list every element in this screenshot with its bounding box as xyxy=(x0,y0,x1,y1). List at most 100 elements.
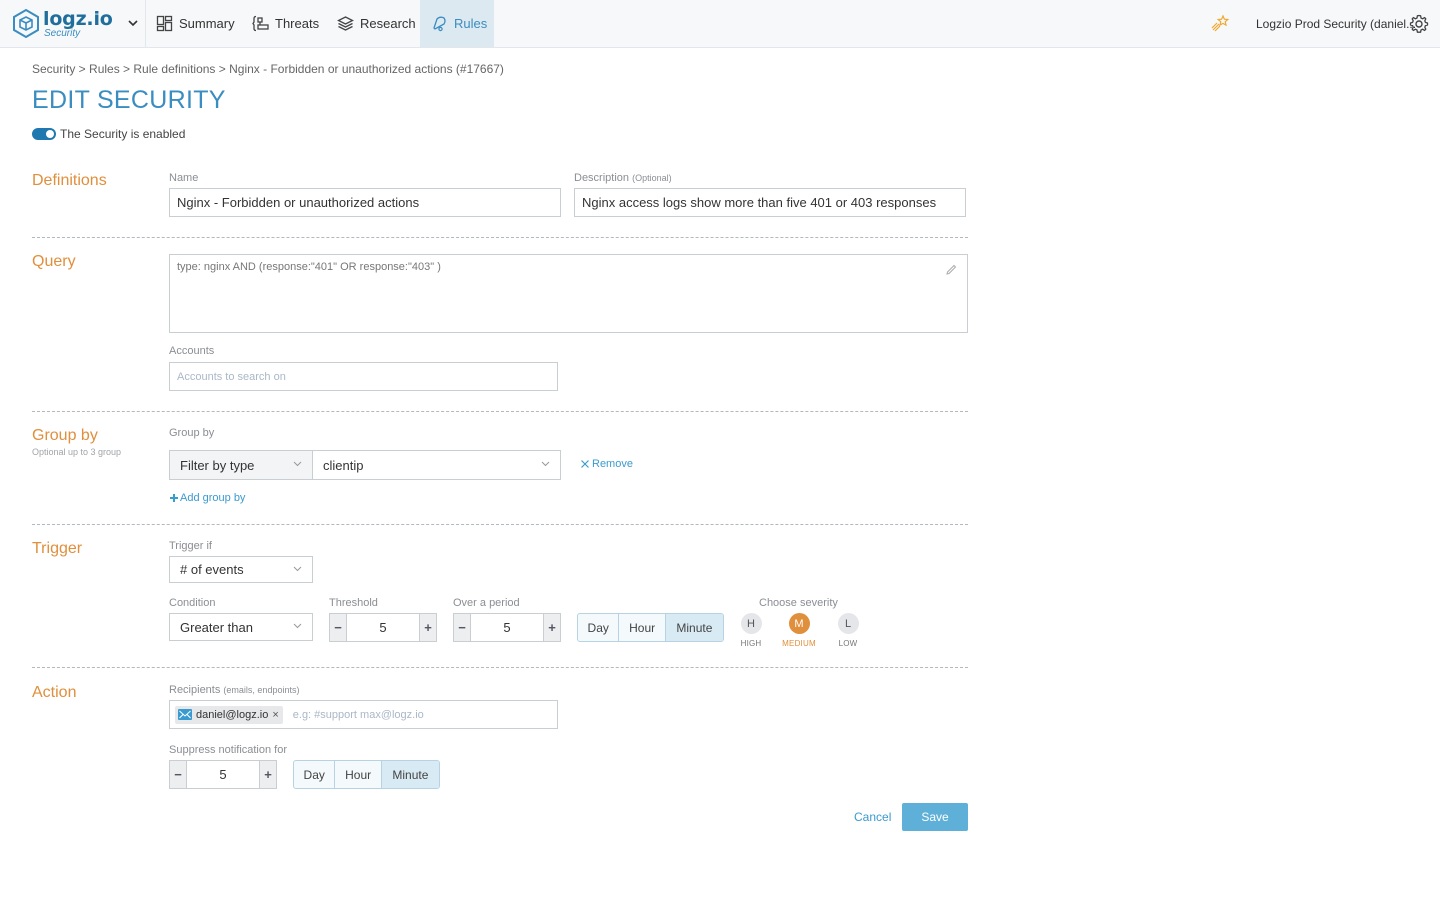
name-value: Nginx - Forbidden or unauthorized action… xyxy=(177,195,420,210)
description-label: Description (Optional) xyxy=(574,172,672,184)
save-button[interactable]: Save xyxy=(902,803,968,831)
threats-icon xyxy=(252,15,269,32)
severity-medium[interactable]: M MEDIUM xyxy=(775,613,823,648)
logo-subtext: Security xyxy=(44,28,81,39)
period-unit-minute[interactable]: Minute xyxy=(665,614,723,641)
gear-icon[interactable] xyxy=(1409,14,1429,34)
section-divider xyxy=(32,411,968,412)
suppress-unit-hour[interactable]: Hour xyxy=(335,761,382,788)
period-unit-hour[interactable]: Hour xyxy=(619,614,666,641)
nav-tab-label: Rules xyxy=(454,16,488,31)
accounts-input[interactable]: Accounts to search on xyxy=(169,362,558,391)
query-editor[interactable]: type: nginx AND (response:"401" OR respo… xyxy=(169,254,968,333)
period-decrement-button[interactable]: − xyxy=(454,614,470,641)
condition-select[interactable]: Greater than xyxy=(169,613,313,641)
logo-cube-icon xyxy=(13,8,39,38)
threshold-stepper: − 5 + xyxy=(329,613,437,642)
period-unit-toggle: Day Hour Minute xyxy=(577,613,724,642)
logo-text: logz.io xyxy=(43,8,113,30)
suppress-stepper: − 5 + xyxy=(169,760,277,789)
accounts-placeholder: Accounts to search on xyxy=(177,370,286,383)
severity-high-badge: H xyxy=(740,613,762,634)
chevron-down-icon xyxy=(293,461,302,467)
recipient-chip: daniel@logz.io × xyxy=(175,705,283,724)
recipients-input[interactable]: daniel@logz.io × e.g: #support max@logz.… xyxy=(169,700,558,729)
enabled-label: The Security is enabled xyxy=(60,127,186,141)
suppress-unit-minute[interactable]: Minute xyxy=(381,761,439,788)
chevron-down-icon xyxy=(293,566,302,571)
layers-icon xyxy=(337,15,354,32)
chevron-down-icon xyxy=(541,461,550,467)
remove-group-button[interactable]: Remove xyxy=(580,458,633,470)
threshold-label: Threshold xyxy=(329,597,378,609)
recipients-placeholder: e.g: #support max@logz.io xyxy=(292,708,424,721)
threshold-increment-button[interactable]: + xyxy=(420,614,436,641)
suppress-decrement-button[interactable]: − xyxy=(170,761,186,788)
section-title-query: Query xyxy=(32,253,76,270)
severity-high[interactable]: H HIGH xyxy=(727,613,775,648)
recipients-label-text: Recipients xyxy=(169,684,221,696)
breadcrumb[interactable]: Security > Rules > Rule definitions > Ng… xyxy=(32,62,504,76)
bell-icon xyxy=(431,15,448,32)
group-field-select[interactable]: clientip xyxy=(312,450,561,480)
period-input[interactable]: 5 xyxy=(470,614,544,641)
section-title-group-by: Group by xyxy=(32,427,98,444)
severity-low[interactable]: L LOW xyxy=(824,613,872,648)
nav-tab-label: Research xyxy=(360,16,416,31)
nav-tab-research[interactable]: Research xyxy=(326,0,427,47)
suppress-increment-button[interactable]: + xyxy=(260,761,276,788)
severity-medium-badge: M xyxy=(788,613,810,634)
enabled-toggle-row: The Security is enabled xyxy=(32,127,185,141)
remove-label: Remove xyxy=(592,458,633,470)
logo[interactable]: logz.io Security xyxy=(12,7,132,41)
name-input[interactable]: Nginx - Forbidden or unauthorized action… xyxy=(169,188,561,217)
accounts-label: Accounts xyxy=(169,345,215,357)
add-group-by-button[interactable]: Add group by xyxy=(169,492,245,504)
account-selector[interactable]: Logzio Prod Security (daniel... xyxy=(1256,17,1416,31)
nav-tab-label: Summary xyxy=(179,16,235,31)
description-input[interactable]: Nginx access logs show more than five 40… xyxy=(574,188,966,217)
filter-by-type-select[interactable]: Filter by type xyxy=(169,450,313,480)
section-divider xyxy=(32,237,968,238)
suppress-label: Suppress notification for xyxy=(169,744,288,756)
severity-low-label: LOW xyxy=(838,639,858,648)
trigger-if-select[interactable]: # of events xyxy=(169,556,313,583)
close-icon xyxy=(581,460,589,468)
nav-tab-label: Threats xyxy=(275,16,320,31)
nav-tab-rules[interactable]: Rules xyxy=(420,0,494,47)
recipients-hint: (emails, endpoints) xyxy=(223,685,300,695)
description-label-text: Description xyxy=(574,172,630,184)
whats-new-star-icon[interactable] xyxy=(1210,14,1230,34)
dashboard-icon xyxy=(156,15,173,32)
period-label: Over a period xyxy=(453,597,520,609)
section-divider xyxy=(32,524,968,525)
page-title: EDIT SECURITY xyxy=(32,86,226,114)
severity-medium-label: MEDIUM xyxy=(782,639,816,648)
optional-hint: (Optional) xyxy=(632,173,672,183)
group-by-label: Group by xyxy=(169,427,215,439)
name-label: Name xyxy=(169,172,199,184)
cancel-button[interactable]: Cancel xyxy=(854,810,891,824)
condition-value: Greater than xyxy=(180,619,253,635)
section-title-trigger: Trigger xyxy=(32,540,83,557)
period-increment-button[interactable]: + xyxy=(544,614,560,641)
enabled-toggle[interactable] xyxy=(32,128,56,140)
group-by-subtitle: Optional up to 3 group xyxy=(32,447,122,457)
threshold-decrement-button[interactable]: − xyxy=(330,614,346,641)
nav-tab-summary[interactable]: Summary xyxy=(145,0,246,47)
add-group-by-label: Add group by xyxy=(180,492,246,504)
period-unit-day[interactable]: Day xyxy=(578,614,620,641)
suppress-input[interactable]: 5 xyxy=(186,761,260,788)
suppress-unit-day[interactable]: Day xyxy=(294,761,336,788)
threshold-input[interactable]: 5 xyxy=(346,614,420,641)
remove-recipient-icon[interactable]: × xyxy=(272,709,278,721)
query-value: type: nginx AND (response:"401" OR respo… xyxy=(177,261,441,273)
pencil-icon[interactable] xyxy=(945,264,957,276)
recipient-email: daniel@logz.io xyxy=(196,708,269,721)
nav-tab-threats[interactable]: Threats xyxy=(241,0,330,47)
severity-label: Choose severity xyxy=(759,597,838,609)
suppress-unit-toggle: Day Hour Minute xyxy=(293,760,440,789)
description-value: Nginx access logs show more than five 40… xyxy=(582,195,937,210)
chevron-down-icon[interactable] xyxy=(125,15,141,31)
severity-high-label: HIGH xyxy=(740,639,762,648)
